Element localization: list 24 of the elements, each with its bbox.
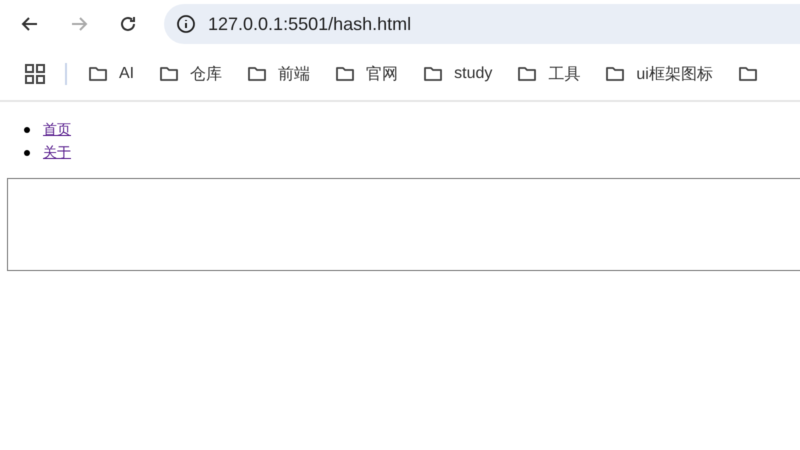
bookmark-item[interactable]: ui框架图标 bbox=[604, 64, 713, 84]
info-icon[interactable] bbox=[176, 14, 196, 34]
bookmark-item[interactable]: 仓库 bbox=[158, 64, 222, 84]
folder-icon bbox=[158, 64, 180, 84]
folder-icon bbox=[604, 64, 626, 84]
nav-link[interactable]: 首页 bbox=[43, 120, 71, 138]
url-text: 127.0.0.1:5501/hash.html bbox=[208, 14, 412, 34]
bullet-icon bbox=[24, 150, 30, 156]
folder-icon bbox=[422, 64, 444, 84]
bookmark-item[interactable]: AI bbox=[87, 64, 134, 84]
nav-link[interactable]: 关于 bbox=[43, 144, 71, 162]
bullet-icon bbox=[24, 126, 30, 132]
bookmark-item[interactable]: 前端 bbox=[246, 64, 310, 84]
folder-icon bbox=[334, 64, 356, 84]
bookmark-item[interactable]: 工具 bbox=[516, 64, 580, 84]
bookmark-item[interactable]: study bbox=[422, 64, 492, 84]
folder-icon[interactable] bbox=[736, 64, 759, 84]
folder-icon bbox=[516, 64, 538, 84]
folder-icon bbox=[87, 64, 109, 84]
address-bar[interactable]: 127.0.0.1:5501/hash.html bbox=[164, 4, 800, 44]
folder-icon bbox=[246, 64, 268, 84]
apps-grid-icon[interactable] bbox=[25, 64, 45, 84]
reload-icon[interactable] bbox=[118, 14, 138, 34]
bookmark-item[interactable]: 官网 bbox=[334, 64, 398, 84]
